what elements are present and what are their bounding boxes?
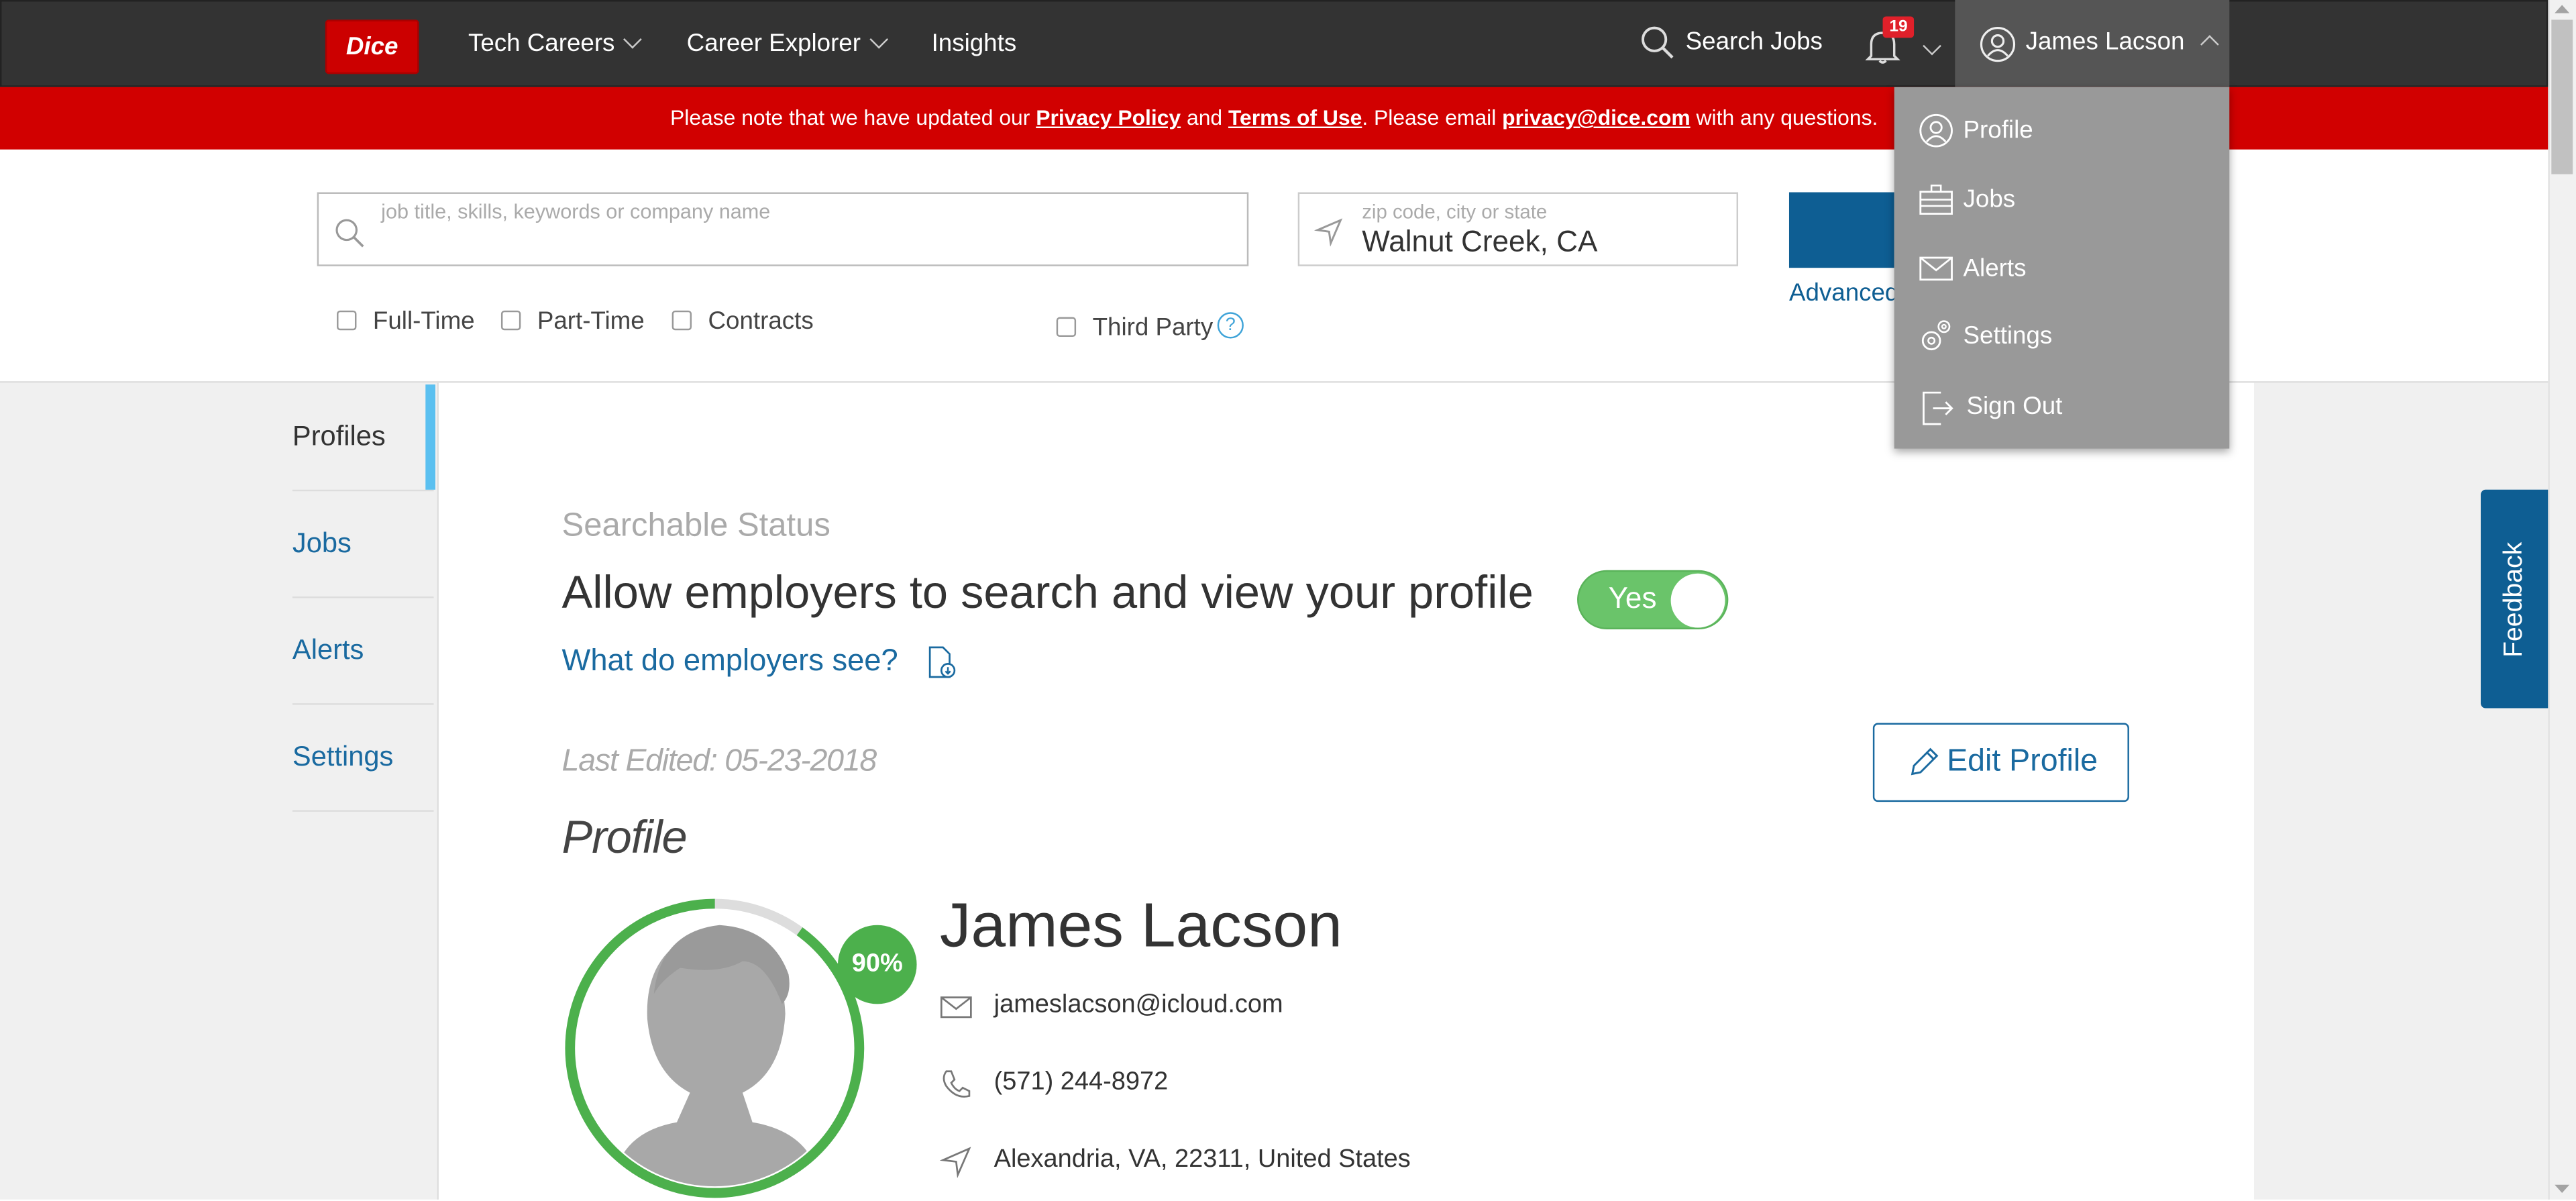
page-scrollbar[interactable] <box>2548 0 2576 1200</box>
chevron-up-icon <box>2200 35 2219 54</box>
search-jobs-label: Search Jobs <box>1685 28 1823 56</box>
full-time-checkbox[interactable] <box>337 310 357 331</box>
profile-email: jameslacson@icloud.com <box>994 990 1283 1019</box>
dropdown-item-label: Settings <box>1963 322 2053 350</box>
user-avatar-icon <box>1980 27 2016 62</box>
dropdown-item-label: Profile <box>1963 116 2033 145</box>
location-arrow-icon <box>1314 218 1343 247</box>
briefcase-icon <box>1919 185 1953 215</box>
dropdown-item-label: Jobs <box>1963 185 2016 214</box>
scrollbar-thumb[interactable] <box>2551 19 2573 174</box>
sidebar-active-indicator <box>425 384 435 490</box>
contracts-checkbox[interactable] <box>672 310 692 331</box>
user-menu-button[interactable]: James Lacson <box>1955 0 2230 87</box>
dropdown-item-settings[interactable]: Settings <box>1919 319 2206 355</box>
scroll-down-arrow-icon[interactable] <box>2555 1183 2570 1194</box>
pencil-icon <box>1911 747 1939 776</box>
profile-heading: Profile <box>561 811 688 863</box>
nav-insights[interactable]: Insights <box>932 28 1017 61</box>
search-icon <box>1642 26 1674 59</box>
sidebar-item-jobs[interactable]: Jobs <box>292 491 434 598</box>
toggle-knob <box>1670 573 1725 628</box>
dropdown-item-jobs[interactable]: Jobs <box>1919 182 2206 219</box>
chevron-down-icon <box>869 30 888 49</box>
advanced-search-link[interactable]: Advanced <box>1789 279 1898 307</box>
profile-name: James Lacson <box>939 892 1342 961</box>
dropdown-item-sign-out[interactable]: Sign Out <box>1919 389 2206 425</box>
email-icon <box>940 996 972 1019</box>
terms-of-use-link[interactable]: Terms of Use <box>1228 105 1362 130</box>
sidebar-item-alerts[interactable]: Alerts <box>292 598 434 705</box>
user-name-label: James Lacson <box>2025 28 2185 56</box>
document-download-icon <box>928 646 955 678</box>
gear-icon <box>1921 320 1951 351</box>
dropdown-item-alerts[interactable]: Alerts <box>1919 252 2206 288</box>
dropdown-item-profile[interactable]: Profile <box>1919 113 2206 150</box>
last-edited-date: Last Edited: 05-23-2018 <box>561 744 877 779</box>
location-placeholder: zip code, city or state <box>1362 200 1548 224</box>
dropdown-item-label: Alerts <box>1963 254 2027 283</box>
employers-see-label: What do employers see? <box>561 642 898 677</box>
feedback-label: Feedback <box>2500 541 2528 657</box>
part-time-label: Part-Time <box>537 307 645 335</box>
third-party-label: Third Party <box>1092 313 1214 342</box>
chevron-down-icon <box>1923 36 1941 56</box>
part-time-checkbox[interactable] <box>500 310 521 331</box>
contracts-label: Contracts <box>708 307 814 335</box>
dice-logo[interactable]: Dice <box>325 19 419 74</box>
search-submit-button[interactable] <box>1788 192 1894 268</box>
full-time-label: Full-Time <box>372 307 475 335</box>
edit-profile-button[interactable]: Edit Profile <box>1872 723 2129 802</box>
nav-tech-careers[interactable]: Tech Careers <box>468 28 643 61</box>
sidebar-item-profiles[interactable]: Profiles <box>292 384 434 492</box>
notification-badge: 19 <box>1882 16 1915 38</box>
nav-career-explorer-label: Career Explorer <box>686 30 861 58</box>
banner-text-4: with any questions. <box>1690 105 1878 130</box>
chevron-down-icon <box>623 30 643 49</box>
scroll-up-arrow-icon[interactable] <box>2555 3 2570 15</box>
third-party-checkbox[interactable] <box>1056 317 1077 337</box>
sign-out-icon <box>1923 391 1953 425</box>
dropdown-item-label: Sign Out <box>1966 393 2063 421</box>
profile-location: Alexandria, VA, 22311, United States <box>994 1145 1411 1173</box>
banner-text-3: . Please email <box>1362 105 1503 130</box>
search-icon <box>335 219 364 248</box>
location-arrow-icon <box>939 1147 971 1178</box>
location-value: Walnut Creek, CA <box>1362 225 1598 258</box>
searchable-status-label: Searchable Status <box>561 507 830 544</box>
nav-tech-careers-label: Tech Careers <box>468 30 615 58</box>
edit-profile-label: Edit Profile <box>1947 744 2098 779</box>
phone-icon <box>943 1070 971 1098</box>
banner-text-1: Please note that we have updated our <box>670 105 1036 130</box>
user-circle-icon <box>1919 113 1953 148</box>
profile-completion-badge: 90% <box>837 925 917 1004</box>
feedback-tab[interactable]: Feedback <box>2480 489 2548 709</box>
banner-text-2: and <box>1181 105 1228 130</box>
sidebar-item-settings[interactable]: Settings <box>292 705 434 812</box>
avatar[interactable] <box>562 896 868 1201</box>
privacy-email-link[interactable]: privacy@dice.com <box>1502 105 1690 130</box>
envelope-icon <box>1919 256 1953 281</box>
help-icon[interactable]: ? <box>1217 312 1244 339</box>
keyword-placeholder: job title, skills, keywords or company n… <box>381 200 771 224</box>
allow-search-text: Allow employers to search and view your … <box>561 566 1534 618</box>
employers-see-link[interactable]: What do employers see? <box>562 643 959 681</box>
privacy-policy-link[interactable]: Privacy Policy <box>1036 105 1181 130</box>
nav-career-explorer[interactable]: Career Explorer <box>686 28 888 61</box>
search-jobs-link[interactable]: Search Jobs <box>1640 25 1823 59</box>
toggle-label: Yes <box>1608 581 1657 615</box>
profile-phone: (571) 244-8972 <box>994 1067 1169 1096</box>
